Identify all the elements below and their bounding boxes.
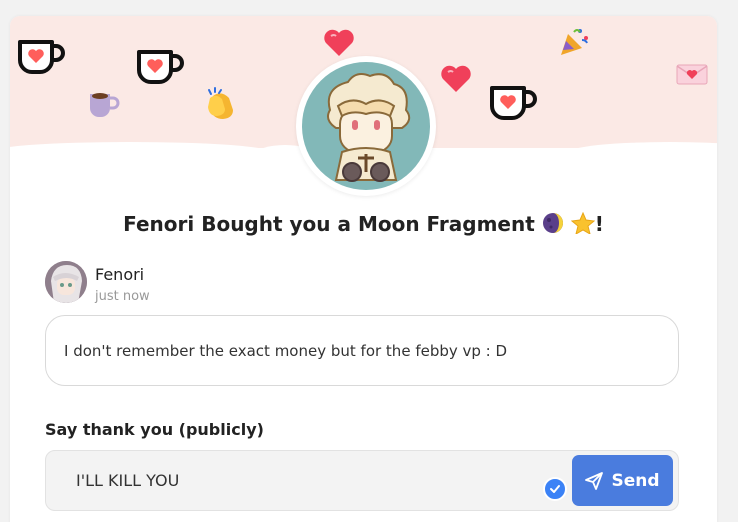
banner-edge [570, 142, 717, 162]
page-title: Fenori Bought you a Moon Fragment ! [10, 212, 717, 236]
title-end: ! [594, 212, 604, 236]
kofi-cup-icon [137, 50, 184, 84]
moon-icon [542, 213, 563, 233]
clapping-hands-icon [208, 87, 233, 119]
coffee-mug-icon [90, 93, 120, 117]
heart-icon [324, 29, 354, 56]
banner-edge [10, 142, 270, 162]
donation-message: I don't remember the exact money but for… [45, 315, 679, 386]
title-mid: Bought you a [201, 212, 351, 236]
message-text: I don't remember the exact money but for… [64, 341, 508, 360]
party-popper-icon [561, 29, 588, 55]
thank-you-input[interactable] [76, 451, 536, 510]
avatar[interactable] [45, 261, 87, 303]
kofi-cup-icon [18, 40, 65, 74]
reply-field-container: Send [45, 450, 679, 511]
checkmark-icon [550, 485, 560, 493]
send-button[interactable]: Send [572, 455, 673, 506]
paper-plane-icon [585, 471, 604, 490]
supporter-avatar [296, 56, 436, 196]
heart-icon [441, 65, 471, 92]
star-icon [570, 212, 595, 234]
timestamp: just now [95, 289, 150, 304]
kofi-cup-icon [490, 86, 537, 120]
grammar-check-icon[interactable] [543, 477, 567, 501]
send-label: Send [611, 470, 660, 491]
chibi-character-image [327, 73, 411, 182]
title-item: Moon Fragment [357, 212, 535, 236]
reply-label: Say thank you (publicly) [45, 420, 264, 439]
donation-card: Fenori Bought you a Moon Fragment ! Feno… [10, 16, 717, 522]
sender-name[interactable]: Fenori [95, 265, 144, 284]
love-letter-icon [676, 64, 708, 85]
sender-avatar-image [45, 261, 87, 303]
title-name: Fenori [123, 212, 195, 236]
